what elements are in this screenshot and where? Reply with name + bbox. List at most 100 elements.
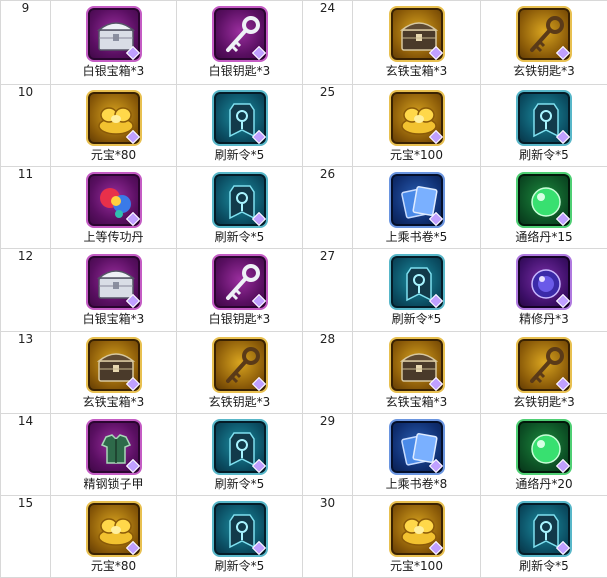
iron-chest-icon	[388, 336, 445, 393]
reward-item: 刷新令*5	[176, 494, 303, 578]
refresh-token-icon	[211, 172, 268, 229]
iron-key-icon	[516, 6, 572, 62]
reward-item: 白银钥匙*3	[176, 248, 303, 332]
reward-item: 刷新令*5	[176, 166, 303, 250]
reward-item: 玄铁宝箱*3	[50, 330, 177, 414]
reward-label: 通络丹*20	[515, 476, 573, 491]
reward-item: 上乘书卷*8	[352, 412, 481, 496]
gold-ingot-icon	[388, 90, 445, 147]
gold-ingot-icon	[85, 90, 142, 147]
reward-item: 通络丹*20	[480, 412, 607, 496]
reward-label: 刷新令*5	[519, 148, 569, 163]
silver-chest-icon	[85, 254, 142, 311]
reward-item: 玄铁宝箱*3	[352, 0, 481, 86]
reward-item: 刷新令*5	[480, 84, 607, 168]
table-row: 10 元宝*80 刷新令*5 25 元宝*100 刷新令*5	[0, 84, 607, 168]
reward-label: 元宝*80	[90, 148, 137, 163]
reward-label: 刷新令*5	[214, 148, 265, 163]
green-pill-icon	[516, 418, 572, 475]
day-number: 9	[0, 0, 51, 86]
scroll-book-icon	[388, 172, 445, 229]
reward-label: 白银宝箱*3	[82, 64, 145, 78]
table-row: 14 精钢锁子甲 刷新令*5 29 上乘书卷*8 通络丹*20	[0, 412, 607, 496]
iron-chest-icon	[85, 336, 142, 393]
reward-label: 通络丹*15	[515, 230, 573, 245]
reward-label: 刷新令*5	[214, 476, 265, 491]
reward-label: 元宝*80	[90, 558, 137, 573]
day-number: 26	[302, 166, 353, 250]
reward-item: 元宝*100	[352, 494, 481, 578]
gold-ingot-icon	[85, 500, 142, 557]
refresh-token-icon	[211, 90, 268, 147]
iron-key-icon	[516, 336, 572, 393]
refresh-token-icon	[211, 418, 268, 475]
day-number: 15	[0, 494, 51, 578]
reward-item: 白银宝箱*3	[50, 248, 177, 332]
table-row: 9 白银宝箱*3 白银钥匙*3 24 玄铁宝箱*3 玄铁钥匙*3	[0, 0, 607, 86]
gold-ingot-icon	[388, 500, 445, 557]
table-row: 15 元宝*80 刷新令*5 30 元宝*100 刷新令*5	[0, 494, 607, 578]
reward-label: 白银宝箱*3	[82, 312, 145, 327]
scroll-book-icon	[388, 418, 445, 475]
day-number: 10	[0, 84, 51, 168]
green-pill-icon	[516, 172, 572, 229]
table-row: 11 上等传功丹 刷新令*5 26 上乘书卷*5 通络丹*15	[0, 166, 607, 250]
day-number: 29	[302, 412, 353, 496]
reward-label: 上等传功丹	[83, 230, 144, 245]
reward-label: 精修丹*3	[519, 312, 569, 327]
reward-item: 刷新令*5	[480, 494, 607, 578]
refresh-token-icon	[516, 500, 572, 557]
iron-chest-icon	[388, 6, 445, 62]
reward-item: 刷新令*5	[176, 412, 303, 496]
reward-label: 白银钥匙*3	[208, 64, 271, 78]
reward-item: 玄铁宝箱*3	[352, 330, 481, 414]
day-number: 30	[302, 494, 353, 578]
reward-label: 上乘书卷*5	[385, 230, 448, 245]
day-number: 12	[0, 248, 51, 332]
reward-item: 上等传功丹	[50, 166, 177, 250]
reward-item: 上乘书卷*5	[352, 166, 481, 250]
reward-label: 刷新令*5	[214, 558, 265, 573]
reward-label: 刷新令*5	[519, 558, 569, 573]
reward-item: 元宝*100	[352, 84, 481, 168]
reward-label: 玄铁宝箱*3	[385, 394, 448, 409]
reward-item: 玄铁钥匙*3	[480, 0, 607, 86]
reward-label: 玄铁钥匙*3	[513, 394, 575, 409]
day-number: 14	[0, 412, 51, 496]
reward-label: 上乘书卷*8	[385, 476, 448, 491]
violet-pill-icon	[516, 254, 572, 311]
day-number: 27	[302, 248, 353, 332]
silver-key-icon	[211, 254, 268, 311]
reward-label: 白银钥匙*3	[208, 312, 271, 327]
day-number: 24	[302, 0, 353, 86]
day-number: 28	[302, 330, 353, 414]
reward-label: 玄铁宝箱*3	[82, 394, 145, 409]
table-row: 13 玄铁宝箱*3 玄铁钥匙*3 28 玄铁宝箱*3 玄铁钥匙*3	[0, 330, 607, 414]
day-number: 11	[0, 166, 51, 250]
table-row: 12 白银宝箱*3 白银钥匙*3 27 刷新令*5 精修丹*3	[0, 248, 607, 332]
reward-label: 精钢锁子甲	[83, 476, 144, 491]
orb-pill-icon	[85, 172, 142, 229]
reward-label: 元宝*100	[390, 558, 443, 573]
day-number: 13	[0, 330, 51, 414]
reward-item: 精修丹*3	[480, 248, 607, 332]
reward-item: 玄铁钥匙*3	[176, 330, 303, 414]
reward-item: 元宝*80	[50, 84, 177, 168]
silver-key-icon	[211, 6, 268, 62]
reward-item: 精钢锁子甲	[50, 412, 177, 496]
reward-item: 通络丹*15	[480, 166, 607, 250]
refresh-token-icon	[388, 254, 445, 311]
refresh-token-icon	[516, 90, 572, 147]
chain-armor-icon	[85, 418, 142, 475]
reward-item: 白银钥匙*3	[176, 0, 303, 86]
reward-table: 9 白银宝箱*3 白银钥匙*3 24 玄铁宝箱*3 玄铁钥匙*3 10 元宝*80 刷新令*5 2…	[0, 0, 607, 578]
reward-label: 玄铁钥匙*3	[513, 64, 575, 78]
reward-label: 玄铁钥匙*3	[208, 394, 271, 409]
reward-item: 玄铁钥匙*3	[480, 330, 607, 414]
iron-key-icon	[211, 336, 268, 393]
reward-item: 刷新令*5	[176, 84, 303, 168]
reward-item: 白银宝箱*3	[50, 0, 177, 86]
reward-item: 元宝*80	[50, 494, 177, 578]
reward-label: 玄铁宝箱*3	[385, 64, 448, 78]
silver-chest-icon	[85, 6, 142, 62]
